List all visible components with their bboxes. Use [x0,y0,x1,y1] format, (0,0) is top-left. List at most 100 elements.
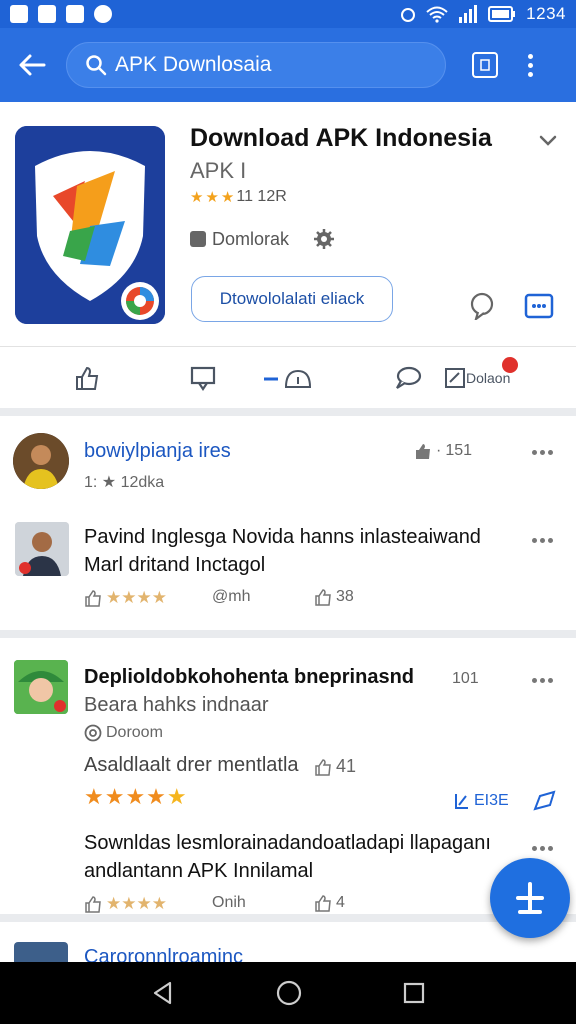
search-bar[interactable]: APK Downlosaia [66,42,446,88]
star-icon: ★ [220,189,235,206]
dot-icon [548,450,553,455]
star-icon: ★★★★ [106,588,167,607]
screen: 1234 APK Downlosaia Download APK Indones… [0,0,576,1024]
alarm-icon [401,8,416,22]
info-icon [264,369,312,388]
image-notification-icon [38,5,56,23]
comments-card: bowiylpianja ires 1: ★ 12dka · 151 Pavin… [0,416,576,630]
back-button[interactable] [14,47,50,83]
like-count: 151 [445,442,473,459]
dot-icon [540,678,545,683]
separator-text: · [436,442,442,459]
download-button[interactable]: Dtowololalati eliack [191,276,393,322]
thumbs-up-icon [315,758,331,776]
chat-button[interactable] [394,363,422,393]
more-options-button[interactable] [532,678,554,683]
dot-icon [532,846,537,851]
thumbs-up-icon[interactable] [84,589,102,607]
dot-icon [528,71,533,77]
dot-icon [528,53,533,59]
dot-icon [540,538,545,543]
review-count: 101 [452,670,479,687]
chat-icon [396,366,422,389]
app-logo-icon[interactable] [15,126,165,324]
edit-icon [445,368,465,388]
app-header-card: Download APK Indonesia APK I ★ ★ ★ 11 12… [0,102,576,346]
thumbs-up-icon[interactable] [84,895,102,913]
chevron-down-icon[interactable] [538,130,558,150]
wifi-icon [426,6,448,23]
clock: 1234 [526,4,566,23]
comment-likes[interactable]: · 151 [414,442,472,460]
comment-text: Marl dritand Inctagol [84,554,266,576]
avatar [14,942,68,962]
avatar[interactable] [14,660,68,714]
more-options-button[interactable] [532,450,554,455]
comment-icon[interactable] [468,292,496,320]
more-options-button[interactable] [532,538,554,543]
recents-square-icon[interactable] [402,981,426,1005]
edit-button[interactable]: Dolaon [444,357,518,393]
badge-text: EI3E [474,792,509,809]
at-icon [84,724,102,742]
gear-icon[interactable] [313,228,335,250]
mail-notification-icon [66,5,84,23]
rating-text: 11 12R [236,188,287,205]
like-count: 4 [336,894,345,911]
like-button[interactable] [74,363,100,393]
home-circle-icon[interactable] [275,979,303,1007]
checkbox-notification-icon [10,5,28,23]
more-options-button[interactable] [532,846,554,851]
signal-icon [459,5,478,23]
tabs-button[interactable] [472,52,498,78]
compose-fab[interactable] [490,858,570,938]
review-likes[interactable]: 41 [314,756,356,777]
download-label: Domlorak [212,228,290,249]
review-text: Sownldas lesmlorainadandoatladapi llapag… [84,832,491,854]
battery-icon [488,6,516,22]
thumbs-up-icon [315,589,331,606]
message-icon [190,366,216,391]
comment-author[interactable]: bowiylpianja ires [84,440,231,463]
search-input[interactable]: APK Downlosaia [115,53,271,77]
star-icon: ★ [190,189,204,206]
thumbs-up-icon [416,444,430,459]
arrow-left-icon [19,54,46,76]
search-icon [86,55,107,76]
comment-stars: ★★★★ [84,588,167,608]
review-rating-small: ★★★★ [84,894,167,914]
tab-icon [480,59,490,71]
dot-icon [540,450,545,455]
notification-badge [502,357,518,373]
thumbs-up-icon [76,366,99,390]
message-button[interactable] [190,363,216,393]
overflow-menu-button[interactable] [528,53,534,77]
next-item-name: Caroronnlroaminc [84,946,243,962]
review-likes[interactable]: 4 [314,894,345,912]
comment-meta: 1: ★ 12dka [84,474,165,491]
avatar[interactable] [15,522,69,576]
review-card: Deplioldobkohohenta bneprinasnd 101 Bear… [0,638,576,914]
user-photo-icon [15,522,69,576]
review-badge[interactable]: EI3E [454,792,509,810]
app-developer: APK I [190,158,247,183]
app-title: Download APK Indonesia [190,124,492,152]
share-icon[interactable] [532,788,558,812]
share-icon[interactable] [524,292,554,320]
dot-icon [540,846,545,851]
info-button[interactable] [262,363,314,393]
app-rating: ★ ★ ★ 11 12R [190,188,287,206]
dot-icon [528,62,533,68]
system-nav-bar [0,962,576,1024]
comment-likes[interactable]: 38 [314,588,354,606]
dot-icon [532,678,537,683]
shield-logo-icon [15,126,165,324]
next-list-item[interactable]: Caroronnlroaminc [0,922,576,962]
avatar[interactable] [13,433,69,489]
review-body: Asaldlaalt drer mentlatla [84,754,299,776]
dot-icon [548,538,553,543]
star-icon: ★ [166,784,188,809]
like-count: 41 [336,756,357,776]
back-triangle-icon[interactable] [150,980,176,1006]
plus-edit-icon [516,882,544,914]
